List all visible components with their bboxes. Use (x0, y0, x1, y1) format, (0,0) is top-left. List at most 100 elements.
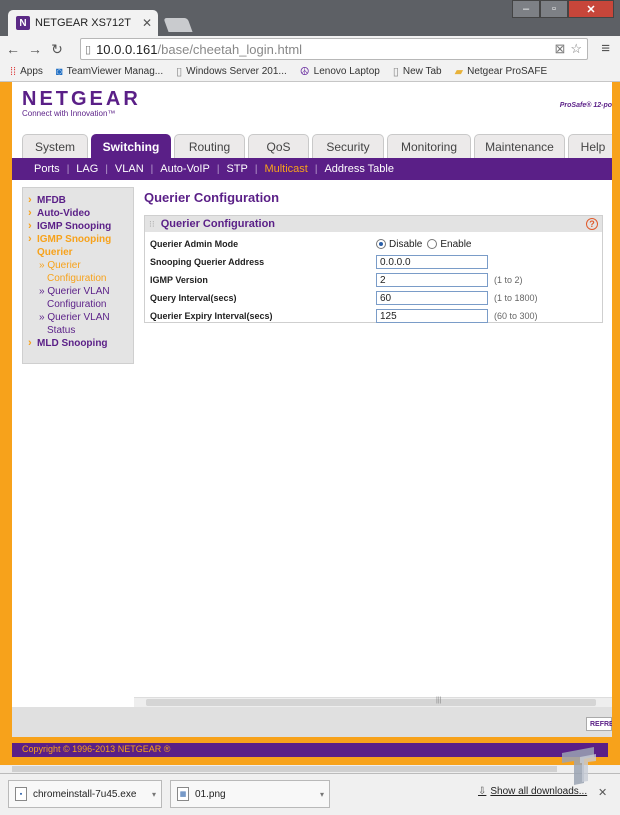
expiry-interval-input[interactable]: 125 (376, 309, 488, 323)
chevron-down-icon[interactable]: ▾ (152, 790, 156, 799)
popup-blocked-icon[interactable]: ⊠ (554, 41, 565, 57)
bookmark-label: TeamViewer Manag... (66, 66, 164, 77)
browser-tab[interactable]: N NETGEAR XS712T ✕ (8, 10, 158, 36)
download-filename: 01.png (195, 788, 226, 800)
bookmark-teamviewer[interactable]: ◙ TeamViewer Manag... (56, 66, 163, 78)
netgear-page: NETGEAR Connect with Innovation™ ProSafe… (12, 82, 612, 737)
url-path: /base/cheetah_login.html (157, 41, 303, 57)
window-controls: – ▫ ✕ (512, 0, 614, 18)
tab-system[interactable]: System (22, 134, 88, 158)
download-filename: chromeinstall-7u45.exe (33, 788, 137, 800)
panel-title: Querier Configuration (160, 218, 276, 230)
help-icon[interactable]: ? (586, 218, 598, 230)
bookmark-star-icon[interactable]: ☆ (570, 41, 582, 57)
action-bar: REFRE (12, 707, 612, 737)
separator: | (105, 163, 108, 175)
tab-security[interactable]: Security (312, 134, 384, 158)
tab-label: Switching (102, 139, 160, 154)
folder-icon: ▰ (454, 66, 464, 78)
subtab-ports[interactable]: Ports (34, 163, 60, 175)
igmp-version-hint: (1 to 2) (494, 275, 523, 285)
scroll-thumb[interactable] (146, 699, 596, 706)
bookmark-label: Lenovo Laptop (313, 66, 380, 77)
tab-close-icon[interactable]: ✕ (142, 16, 152, 30)
tab-title: NETGEAR XS712T (35, 17, 131, 29)
igmp-version-input[interactable]: 2 (376, 273, 488, 287)
chevron-down-icon[interactable]: ▾ (320, 790, 324, 799)
maximize-icon[interactable]: ▫ (540, 0, 568, 18)
nav-igmp-snooping[interactable]: IGMP Snooping (27, 220, 133, 233)
separator: | (314, 163, 318, 175)
refresh-button[interactable]: REFRE (586, 717, 612, 731)
expiry-interval-label: Querier Expiry Interval(secs) (150, 311, 273, 321)
bookmark-windows-server[interactable]: ▯ Windows Server 201... (176, 65, 287, 78)
close-window-icon[interactable]: ✕ (568, 0, 614, 18)
download-item-chromeinstall[interactable]: ▪ chromeinstall-7u45.exe ▾ (8, 780, 162, 808)
logo-text: NETGEAR (22, 88, 141, 110)
bookmark-lenovo-laptop[interactable]: ☮ Lenovo Laptop (300, 65, 380, 78)
nav-mfdb[interactable]: MFDB (27, 194, 133, 207)
bookmark-apps[interactable]: ⁞⁞ Apps (10, 66, 43, 78)
back-arrow-icon[interactable]: ← (4, 41, 22, 57)
subtab-lag[interactable]: LAG (76, 163, 98, 175)
browser-toolbar: ← → ↻ ▯ 10.0.0.161/base/cheetah_login.ht… (0, 36, 620, 62)
bookmark-netgear-prosafe[interactable]: ▰ Netgear ProSAFE (455, 65, 548, 78)
tab-maintenance[interactable]: Maintenance (474, 134, 565, 158)
watermark-logo-icon (562, 747, 596, 785)
expiry-interval-hint: (60 to 300) (494, 311, 538, 321)
tab-routing[interactable]: Routing (174, 134, 245, 158)
subtab-multicast[interactable]: Multicast (264, 163, 307, 175)
reload-icon[interactable]: ↻ (48, 41, 66, 58)
separator: | (66, 163, 70, 175)
radio-enable[interactable] (427, 239, 438, 249)
tab-monitoring[interactable]: Monitoring (387, 134, 471, 158)
subtab-vlan[interactable]: VLAN (115, 163, 144, 175)
bookmark-new-tab[interactable]: ▯ New Tab (393, 65, 442, 78)
tab-label: Monitoring (400, 139, 458, 154)
chrome-menu-icon[interactable]: ≡ (601, 40, 610, 57)
nav-mld-snooping[interactable]: MLD Snooping (27, 337, 133, 350)
drag-grip-icon: ⁝⁝ (149, 218, 155, 229)
tab-label: Security (326, 139, 370, 154)
query-interval-hint: (1 to 1800) (494, 293, 538, 303)
minimize-icon[interactable]: – (512, 0, 540, 18)
close-downloads-icon[interactable]: ✕ (598, 786, 607, 799)
radio-disable[interactable] (376, 239, 386, 249)
tab-label: QoS (266, 139, 291, 154)
show-all-downloads-link[interactable]: ⇩ Show all downloads... (478, 786, 587, 797)
url-host: 10.0.0.161 (96, 41, 158, 57)
nav-querier-vlan-configuration[interactable]: » Querier VLAN Configuration (27, 285, 133, 311)
nav-querier-configuration[interactable]: » Querier Configuration (27, 259, 133, 285)
nav-auto-video[interactable]: Auto-Video (27, 207, 133, 220)
download-item-png[interactable]: ▦ 01.png ▾ (170, 780, 330, 808)
subtab-auto-voip[interactable]: Auto-VoIP (160, 163, 210, 175)
tab-help[interactable]: Help (568, 134, 612, 158)
subtab-address-table[interactable]: Address Table (324, 163, 394, 175)
tab-qos[interactable]: QoS (248, 134, 309, 158)
tab-label: Routing (188, 139, 231, 154)
page-title: Querier Configuration (144, 190, 280, 205)
show-all-label: Show all downloads... (490, 786, 588, 797)
new-tab-button[interactable] (163, 18, 193, 32)
nav-querier-vlan-status[interactable]: » Querier VLAN Status (27, 311, 133, 337)
row-query-interval: Query Interval(secs) 60 (1 to 1800) (150, 290, 600, 306)
snooping-address-input[interactable]: 0.0.0.0 (376, 255, 488, 269)
subtab-stp[interactable]: STP (226, 163, 247, 175)
bookmark-label: Netgear ProSAFE (467, 66, 548, 77)
tab-switching[interactable]: Switching (91, 134, 171, 158)
window-horizontal-scrollbar[interactable] (0, 765, 620, 773)
query-interval-input[interactable]: 60 (376, 291, 488, 305)
window-scroll-thumb[interactable] (12, 766, 557, 772)
address-bar[interactable]: ▯ 10.0.0.161/base/cheetah_login.html ⊠ ☆ (80, 38, 588, 60)
page-footer: Copyright © 1996-2013 NETGEAR ® (0, 737, 620, 765)
content-horizontal-scrollbar[interactable]: ||| (134, 697, 612, 707)
separator: | (216, 163, 220, 175)
tab-label: Help (580, 139, 606, 154)
url-text[interactable]: 10.0.0.161/base/cheetah_login.html (96, 42, 554, 57)
forward-arrow-icon[interactable]: → (26, 41, 44, 57)
teamviewer-icon: ◙ (55, 65, 63, 78)
nav-igmp-snooping-querier[interactable]: IGMP Snooping Querier (27, 233, 133, 259)
left-navigation: MFDB Auto-Video IGMP Snooping IGMP Snoop… (22, 187, 134, 364)
file-exe-icon: ▪ (15, 787, 27, 801)
row-admin-mode: Querier Admin Mode Disable Enable (150, 236, 600, 252)
